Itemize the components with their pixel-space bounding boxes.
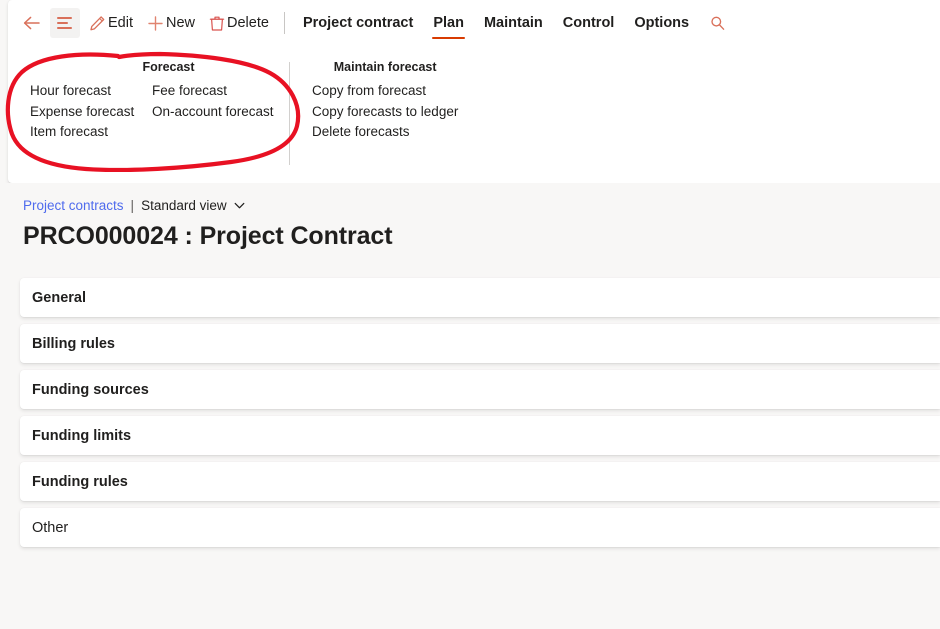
section-panel-billing-rules[interactable]: Billing rules xyxy=(20,324,940,363)
view-selector-label[interactable]: Standard view xyxy=(141,198,227,213)
section-panel-list: General Billing rules Funding sources Fu… xyxy=(20,278,940,547)
page-title: PRCO000024 : Project Contract xyxy=(23,222,393,250)
tab-maintain[interactable]: Maintain xyxy=(474,6,553,40)
section-panel-funding-rules[interactable]: Funding rules xyxy=(20,462,940,501)
forecast-column-1: Hour forecast Expense forecast Item fore… xyxy=(30,81,152,143)
menu-item-copy-forecasts-to-ledger[interactable]: Copy forecasts to ledger xyxy=(312,102,458,123)
menu-item-copy-from-forecast[interactable]: Copy from forecast xyxy=(312,81,458,102)
section-panel-label: General xyxy=(32,289,86,306)
back-arrow-icon xyxy=(23,15,41,31)
new-button-label: New xyxy=(166,15,196,31)
trash-icon xyxy=(209,15,225,32)
group-title-forecast: Forecast xyxy=(142,60,195,74)
search-button[interactable] xyxy=(699,7,736,39)
delete-button-label: Delete xyxy=(227,15,269,31)
section-panel-label: Funding limits xyxy=(32,427,132,444)
tab-options[interactable]: Options xyxy=(624,6,699,40)
hamburger-menu-icon xyxy=(57,16,72,19)
maintain-column-1: Copy from forecast Copy forecasts to led… xyxy=(312,81,458,143)
chevron-down-icon[interactable] xyxy=(233,199,246,212)
back-button[interactable] xyxy=(18,7,46,39)
section-panel-label: Other xyxy=(32,519,69,536)
content-area: Project contracts | Standard view PRCO00… xyxy=(0,183,940,629)
tab-plan[interactable]: Plan xyxy=(423,6,474,40)
section-panel-other[interactable]: Other xyxy=(20,508,940,547)
menu-item-expense-forecast[interactable]: Expense forecast xyxy=(30,102,152,123)
new-button[interactable]: New xyxy=(140,7,202,39)
menu-item-delete-forecasts[interactable]: Delete forecasts xyxy=(312,122,458,143)
ribbon-group-forecast: Forecast Hour forecast Expense forecast … xyxy=(8,46,289,143)
menu-item-on-account-forecast[interactable]: On-account forecast xyxy=(152,102,274,123)
pencil-icon xyxy=(89,15,106,32)
command-bar: Edit New Delete Project contract Plan Ma… xyxy=(8,0,940,46)
menu-item-item-forecast[interactable]: Item forecast xyxy=(30,122,152,143)
section-panel-label: Funding sources xyxy=(32,381,149,398)
section-panel-label: Funding rules xyxy=(32,473,128,490)
forecast-column-2: Fee forecast On-account forecast xyxy=(152,81,274,143)
ribbon-flyout: Forecast Hour forecast Expense forecast … xyxy=(8,46,940,183)
search-icon xyxy=(709,15,726,32)
group-title-maintain-forecast: Maintain forecast xyxy=(333,60,437,74)
delete-button[interactable]: Delete xyxy=(202,7,276,39)
menu-item-fee-forecast[interactable]: Fee forecast xyxy=(152,81,274,102)
edit-button-label: Edit xyxy=(108,15,133,31)
toolbar-divider xyxy=(283,12,285,34)
section-panel-funding-limits[interactable]: Funding limits xyxy=(20,416,940,455)
menu-item-hour-forecast[interactable]: Hour forecast xyxy=(30,81,152,102)
section-panel-label: Billing rules xyxy=(32,335,115,352)
section-panel-general[interactable]: General xyxy=(20,278,940,317)
section-panel-funding-sources[interactable]: Funding sources xyxy=(20,370,940,409)
breadcrumb-separator: | xyxy=(130,198,135,213)
tab-project-contract[interactable]: Project contract xyxy=(293,6,423,40)
tab-control[interactable]: Control xyxy=(553,6,625,40)
plus-icon xyxy=(147,15,164,32)
edit-button[interactable]: Edit xyxy=(82,7,140,39)
hamburger-menu-button[interactable] xyxy=(50,8,80,38)
ribbon-group-maintain-forecast: Maintain forecast Copy from forecast Cop… xyxy=(290,46,458,143)
breadcrumb-parent-link[interactable]: Project contracts xyxy=(23,198,124,213)
breadcrumb: Project contracts | Standard view xyxy=(23,198,246,213)
